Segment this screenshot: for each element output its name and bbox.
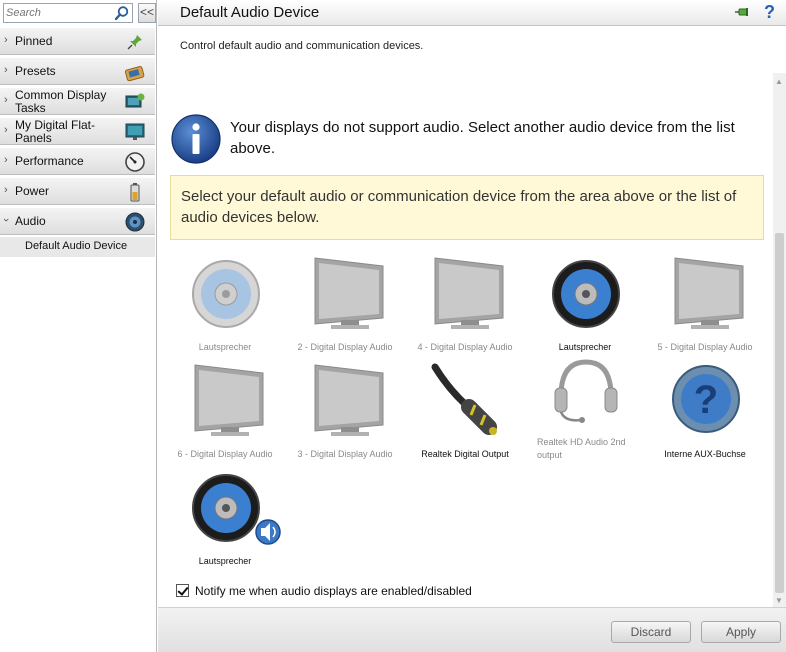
chevron-right-icon: › (4, 64, 8, 76)
pin-page-icon[interactable] (734, 4, 752, 20)
monitor-icon (314, 364, 384, 436)
device-label: Lautsprecher (198, 342, 252, 352)
sidebar-item-audio[interactable]: › Audio (0, 207, 155, 235)
optical-cable-icon (431, 363, 497, 435)
device-label: Lautsprecher (558, 342, 612, 352)
hint-text: Select your default audio or communicati… (181, 188, 737, 226)
collapse-sidebar-button[interactable]: << (138, 3, 156, 23)
chevron-right-icon: › (4, 124, 8, 136)
presets-icon (124, 66, 145, 82)
device-item-digital-display-audio-3[interactable]: 3 - Digital Display Audio (285, 363, 405, 467)
device-item-realtek-hd-audio-2nd-output[interactable]: Realtek HD Audio 2nd output (525, 356, 645, 460)
monitor-icon (314, 257, 384, 329)
device-item-digital-display-audio-6[interactable]: 6 - Digital Display Audio (165, 363, 285, 467)
device-item-realtek-digital-output[interactable]: Realtek Digital Output (405, 363, 525, 467)
device-item-interne-aux-buchse[interactable]: ? Interne AUX-Buchse (645, 363, 765, 467)
discard-button[interactable]: Discard (611, 621, 691, 643)
notify-checkbox-row[interactable]: Notify me when audio displays are enable… (176, 583, 596, 599)
sidebar-item-label: Audio (15, 214, 46, 228)
flat-panel-icon (125, 123, 145, 140)
device-item-lautsprecher-2[interactable]: Lautsprecher (525, 256, 645, 360)
chevron-right-icon: › (4, 184, 8, 196)
sidebar-item-label: Pinned (15, 34, 53, 48)
device-label: 3 - Digital Display Audio (297, 449, 393, 459)
search-icon[interactable] (114, 5, 130, 21)
sidebar: << › Pinned › Presets › Common Display T… (0, 0, 157, 652)
page-title: Default Audio Device (180, 4, 320, 21)
monitor-icon (674, 257, 744, 329)
info-icon (171, 114, 221, 164)
chevron-down-icon: › (0, 218, 12, 222)
device-item-digital-display-audio-5[interactable]: 5 - Digital Display Audio (645, 256, 765, 360)
help-icon[interactable]: ? (764, 2, 775, 23)
speaker-icon (125, 212, 145, 232)
pin-icon (127, 35, 142, 50)
search-input[interactable] (6, 6, 114, 20)
help-speaker-icon: ? (672, 365, 740, 433)
hint-banner: Select your default audio or communicati… (170, 175, 764, 240)
default-speaker-icon (192, 474, 281, 545)
device-label: 4 - Digital Display Audio (417, 342, 513, 352)
device-label: 6 - Digital Display Audio (177, 449, 273, 459)
scroll-down-icon[interactable]: ▼ (775, 596, 783, 605)
info-message: Your displays do not support audio. Sele… (230, 119, 735, 157)
apply-button[interactable]: Apply (701, 621, 781, 643)
device-label: Interne AUX-Buchse (664, 449, 746, 459)
sidebar-item-power[interactable]: › Power (0, 177, 155, 205)
scroll-up-icon[interactable]: ▲ (775, 77, 783, 86)
sidebar-item-label: Common Display Tasks (15, 88, 107, 115)
notify-checkbox[interactable] (176, 584, 189, 597)
sidebar-subitem-label: Default Audio Device (25, 240, 128, 252)
device-item-lautsprecher-1[interactable]: Lautsprecher (165, 256, 285, 360)
device-label: Realtek Digital Output (421, 449, 509, 459)
device-label: 2 - Digital Display Audio (297, 342, 393, 352)
device-item-lautsprecher-default[interactable]: Lautsprecher (165, 470, 285, 574)
speaker-icon (192, 260, 260, 328)
device-label: Realtek HD Audio 2nd output (537, 437, 626, 460)
sidebar-subitem-default-audio-device[interactable]: Default Audio Device (0, 237, 155, 257)
sidebar-item-label: Performance (15, 154, 84, 168)
chevron-right-icon: › (4, 94, 8, 106)
speaker-icon (552, 260, 620, 328)
device-label: Lautsprecher (198, 556, 252, 566)
display-tasks-icon (125, 93, 145, 108)
device-item-digital-display-audio-4[interactable]: 4 - Digital Display Audio (405, 256, 525, 360)
monitor-icon (434, 257, 504, 329)
device-label: 5 - Digital Display Audio (657, 342, 753, 352)
page-subtitle: Control default audio and communication … (180, 40, 424, 52)
gauge-icon (125, 152, 145, 172)
headset-icon (554, 359, 618, 423)
sidebar-item-pinned[interactable]: › Pinned (0, 27, 155, 55)
chevron-right-icon: › (4, 154, 8, 166)
notify-checkbox-label: Notify me when audio displays are enable… (195, 584, 472, 598)
svg-text:?: ? (694, 378, 718, 422)
search-row: << (0, 0, 157, 26)
sidebar-item-label: My Digital Flat-Panels (15, 118, 96, 145)
sidebar-item-label: Presets (15, 64, 56, 78)
chevron-right-icon: › (4, 34, 8, 46)
sidebar-item-presets[interactable]: › Presets (0, 57, 155, 85)
search-box[interactable] (3, 3, 133, 23)
sidebar-item-my-digital-flat-panels[interactable]: › My Digital Flat-Panels (0, 117, 155, 145)
battery-icon (130, 183, 140, 202)
sidebar-item-label: Power (15, 184, 50, 198)
monitor-icon (194, 364, 264, 436)
sidebar-item-performance[interactable]: › Performance (0, 147, 155, 175)
main-panel: Default Audio Device ? Control default a… (158, 0, 786, 652)
vertical-scrollbar[interactable]: ▲ ▼ (773, 73, 786, 607)
sidebar-item-common-display-tasks[interactable]: › Common Display Tasks (0, 87, 155, 115)
device-item-digital-display-audio-2[interactable]: 2 - Digital Display Audio (285, 256, 405, 360)
scroll-thumb[interactable] (775, 233, 784, 593)
footer-bar: Discard Apply (158, 607, 786, 652)
title-bar: Default Audio Device ? (158, 0, 786, 26)
